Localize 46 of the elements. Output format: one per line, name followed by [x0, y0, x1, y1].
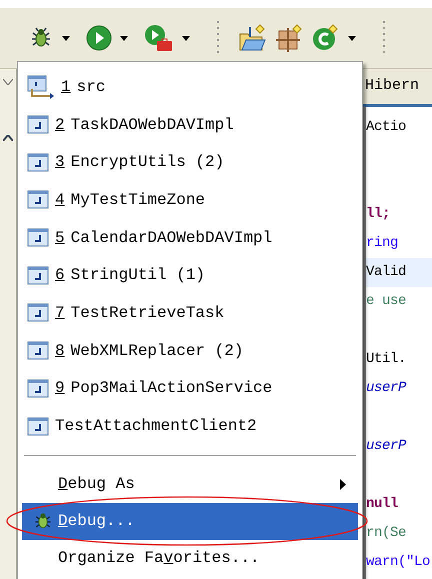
- code-text: userP: [366, 379, 406, 398]
- scroll-up-icon[interactable]: [3, 135, 13, 141]
- run-icon[interactable]: [86, 25, 112, 51]
- code-text: userP: [366, 437, 406, 456]
- menu-item[interactable]: TestAttachmentClient2: [18, 407, 362, 445]
- dropdown-arrow-icon[interactable]: [62, 36, 70, 40]
- package-plus-icon[interactable]: [276, 24, 304, 52]
- run-toolbox-icon[interactable]: [144, 24, 174, 52]
- menu-item[interactable]: 6 StringUtil (1): [18, 256, 362, 294]
- dropdown-arrow-icon[interactable]: [348, 36, 356, 40]
- code-text: ring: [366, 234, 398, 253]
- menu-item[interactable]: Debug...: [22, 502, 358, 540]
- code-text: ll;: [366, 205, 390, 224]
- collapse-icon[interactable]: [3, 79, 13, 85]
- menu-item[interactable]: 5 CalendarDAOWebDAVImpl: [18, 218, 362, 256]
- menu-item[interactable]: 4 MyTestTimeZone: [18, 181, 362, 219]
- menu-item[interactable]: 9 Pop3MailActionService: [18, 370, 362, 408]
- java-file-icon: [27, 115, 49, 134]
- menu-item[interactable]: 8 WebXMLReplacer (2): [18, 332, 362, 370]
- class-plus-icon[interactable]: [312, 24, 340, 52]
- java-file-icon: [27, 341, 49, 360]
- java-file-icon: [27, 152, 49, 172]
- dropdown-arrow-icon[interactable]: [120, 36, 128, 40]
- java-file-icon: [27, 416, 49, 436]
- code-text: Util.: [366, 350, 406, 369]
- code-text: null: [366, 495, 398, 514]
- java-file-icon: [27, 228, 49, 248]
- folder-plus-icon[interactable]: [238, 24, 268, 52]
- code-text: warn("Lo: [366, 553, 430, 572]
- code-text: e use: [366, 292, 406, 311]
- java-file-icon: [27, 190, 49, 210]
- java-file-icon: [27, 378, 49, 398]
- code-text: Actio: [366, 118, 406, 137]
- menu-item[interactable]: Debug As: [22, 466, 358, 503]
- java-file-icon: [27, 303, 49, 322]
- menu-item[interactable]: 1 src: [18, 68, 362, 106]
- menu-item[interactable]: 2 TaskDAOWebDAVImpl: [18, 106, 362, 144]
- submenu-arrow-icon: [340, 478, 346, 490]
- code-text: rn(Se: [366, 524, 406, 543]
- menu-item[interactable]: 3 EncryptUtils (2): [18, 143, 362, 182]
- code-text: Valid: [366, 263, 406, 282]
- source-folder-icon: [27, 74, 55, 99]
- dropdown-arrow-icon[interactable]: [182, 36, 190, 40]
- menu-item[interactable]: 7 TestRetrieveTask: [18, 294, 362, 332]
- java-file-icon: [27, 266, 49, 285]
- menu-item[interactable]: Organize Favorites...: [22, 540, 358, 577]
